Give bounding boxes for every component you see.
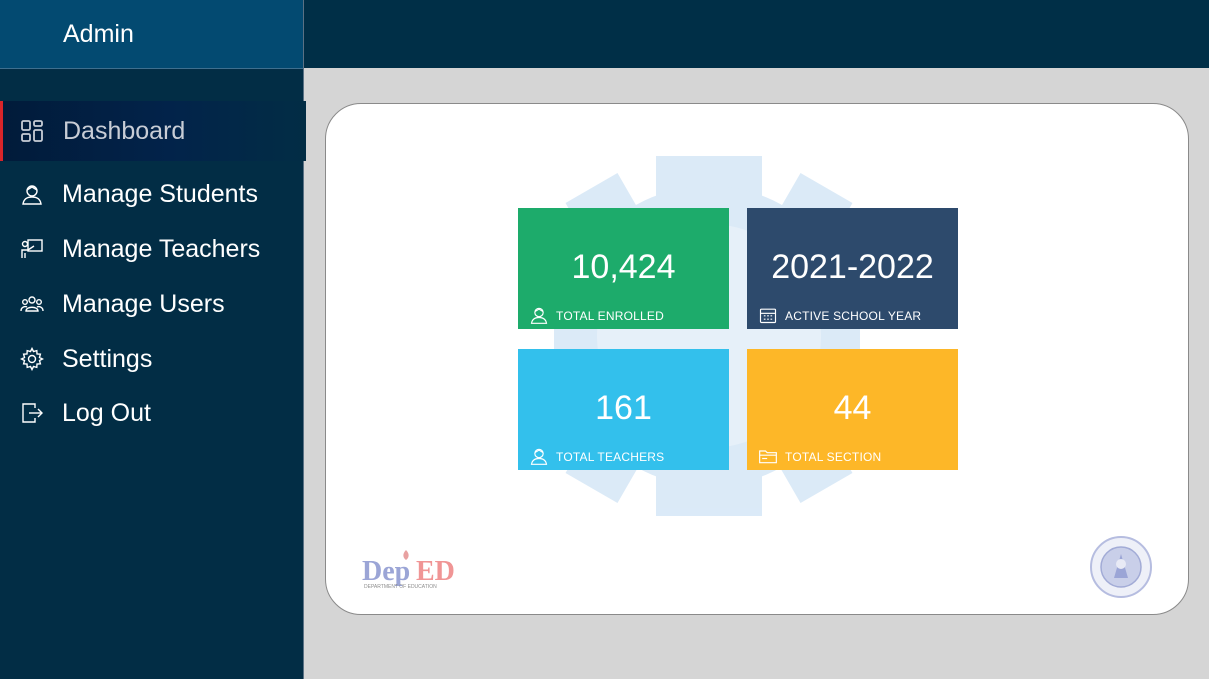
stat-caption: ACTIVE SCHOOL YEAR (785, 309, 922, 323)
sidebar-item-manage-students[interactable]: Manage Students (0, 168, 303, 220)
student-icon (22, 185, 42, 205)
deped-logo: Dep ED DEPARTMENT OF EDUCATION (362, 544, 462, 599)
calendar-icon (759, 308, 777, 324)
logout-icon (22, 403, 43, 423)
stat-tile-total-enrolled[interactable]: 10,424 TOTAL ENROLLED (518, 208, 729, 329)
sidebar-header: Admin (0, 0, 303, 69)
stat-value: 2021-2022 (771, 248, 934, 286)
sidebar-item-label: Manage Users (62, 289, 225, 318)
teacher-icon (21, 239, 43, 258)
sidebar: Admin Dashboard Manage Students Manage T… (0, 0, 306, 679)
sidebar-item-dashboard[interactable]: Dashboard (0, 101, 306, 161)
deped-subtitle: DEPARTMENT OF EDUCATION (364, 584, 437, 590)
sidebar-item-settings[interactable]: Settings (0, 333, 303, 385)
stat-tile-total-section[interactable]: 44 TOTAL SECTION (747, 349, 958, 470)
stat-caption: TOTAL ENROLLED (556, 309, 664, 323)
sidebar-item-label: Dashboard (63, 116, 186, 145)
sidebar-item-label: Manage Teachers (62, 234, 261, 263)
stat-tile-active-school-year[interactable]: 2021-2022 ACTIVE SCHOOL YEAR (747, 208, 958, 329)
folder-icon (759, 450, 777, 464)
stat-tile-total-teachers[interactable]: 161 TOTAL TEACHERS (518, 349, 729, 470)
stat-caption: TOTAL SECTION (785, 450, 882, 464)
teacher-icon (530, 448, 548, 465)
top-bar (304, 0, 1209, 68)
stat-caption: TOTAL TEACHERS (556, 450, 665, 464)
sidebar-item-label: Manage Students (62, 179, 258, 208)
dashboard-icon (21, 120, 43, 142)
svg-text:ED: ED (416, 556, 455, 587)
student-icon (530, 307, 548, 324)
seal-logo (1090, 536, 1152, 598)
stat-value: 44 (833, 389, 872, 427)
gear-icon (20, 347, 44, 371)
sidebar-item-manage-users[interactable]: Manage Users (0, 278, 303, 330)
dashboard-card: 10,424 TOTAL ENROLLED 2021-2022 ACTIVE S… (325, 103, 1189, 615)
sidebar-title: Admin (63, 20, 134, 48)
sidebar-item-manage-teachers[interactable]: Manage Teachers (0, 223, 303, 275)
sidebar-item-label: Settings (62, 344, 153, 373)
sidebar-item-label: Log Out (62, 398, 151, 427)
users-icon (20, 296, 44, 312)
stat-value: 10,424 (571, 248, 676, 286)
svg-text:Dep: Dep (362, 556, 410, 587)
sidebar-item-log-out[interactable]: Log Out (0, 387, 303, 439)
stat-value: 161 (595, 389, 652, 427)
